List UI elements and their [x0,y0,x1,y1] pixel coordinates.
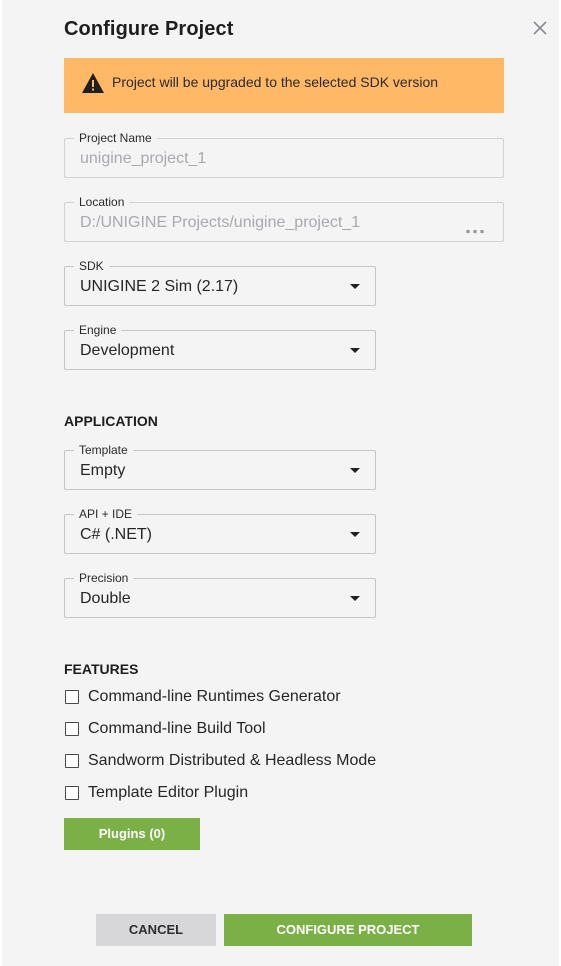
checkbox[interactable] [65,754,79,768]
project-name-value: unigine_project_1 [80,150,207,167]
configure-project-button[interactable]: CONFIGURE PROJECT [224,914,472,946]
engine-select[interactable]: Engine Development [64,323,376,370]
configure-project-dialog: Configure Project Project will be upgrad… [2,0,559,966]
api-ide-value: C# (.NET) [80,526,152,543]
sdk-label: SDK [74,259,109,273]
chevron-down-icon [350,532,360,537]
project-name-field[interactable]: Project Name unigine_project_1 [64,131,504,178]
close-icon[interactable] [530,18,550,38]
checkbox[interactable] [65,786,79,800]
chevron-down-icon [350,284,360,289]
location-field[interactable]: Location D:/UNIGINE Projects/unigine_pro… [64,195,504,242]
location-label: Location [74,195,130,209]
feature-label: Sandworm Distributed & Headless Mode [88,752,377,769]
chevron-down-icon [350,348,360,353]
chevron-down-icon [350,468,360,473]
dialog-title: Configure Project [64,18,234,40]
engine-value: Development [80,342,175,359]
checkbox[interactable] [65,690,79,704]
project-name-label: Project Name [74,131,157,145]
sdk-select[interactable]: SDK UNIGINE 2 Sim (2.17) [64,259,376,306]
precision-select[interactable]: Precision Double [64,571,376,618]
checkbox[interactable] [65,722,79,736]
template-label: Template [74,443,133,457]
chevron-down-icon [350,596,360,601]
precision-value: Double [80,590,131,607]
template-value: Empty [80,462,126,479]
api-ide-label: API + IDE [74,507,138,521]
location-value: D:/UNIGINE Projects/unigine_project_1 [80,214,361,231]
cancel-button[interactable]: CANCEL [96,914,216,946]
warning-icon [81,72,105,94]
precision-label: Precision [74,571,134,585]
feature-label: Template Editor Plugin [88,784,249,801]
api-ide-select[interactable]: API + IDE C# (.NET) [64,507,376,554]
more-dots-icon[interactable] [465,221,485,234]
application-heading: APPLICATION [64,413,158,429]
sdk-value: UNIGINE 2 Sim (2.17) [80,278,239,295]
feature-label: Command-line Build Tool [88,720,266,737]
template-select[interactable]: Template Empty [64,443,376,490]
upgrade-warning-banner: Project will be upgraded to the selected… [64,58,504,113]
engine-label: Engine [74,323,122,337]
plugins-button[interactable]: Plugins (0) [64,818,200,850]
features-heading: FEATURES [64,661,139,677]
warning-message: Project will be upgraded to the selected… [112,74,439,90]
feature-label: Command-line Runtimes Generator [88,688,341,705]
